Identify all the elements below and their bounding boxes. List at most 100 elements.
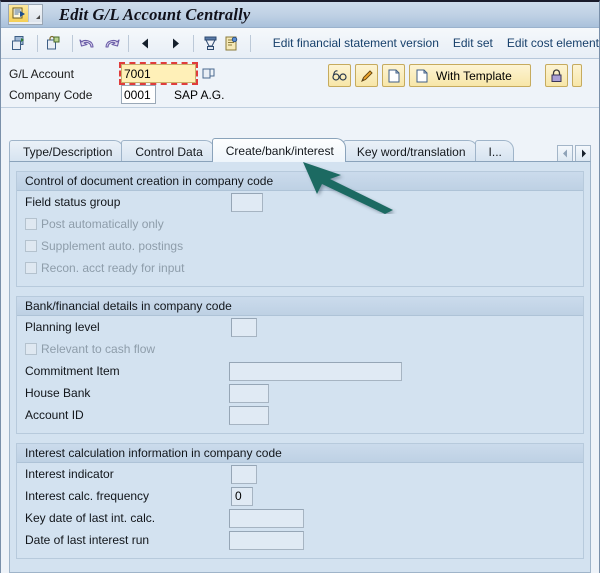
forward-arrow-icon[interactable] — [165, 32, 185, 54]
checkbox-label: Supplement auto. postings — [41, 239, 184, 253]
print-icon[interactable] — [200, 32, 220, 54]
tab-more[interactable]: I... — [474, 140, 514, 162]
toolbar-link-edit-financial-statement-version[interactable]: Edit financial statement version — [273, 36, 439, 50]
lock-button[interactable] — [544, 64, 568, 87]
field-label: Field status group — [25, 195, 121, 209]
group-title: Control of document creation in company … — [17, 172, 583, 191]
company-name-text: SAP A.G. — [174, 87, 225, 102]
field-label: Key date of last int. calc. — [25, 511, 156, 525]
tab-scroll-controls — [555, 145, 591, 162]
field-row-planning-level: Planning level — [17, 316, 583, 338]
field-row-account-id: Account ID — [17, 404, 583, 426]
system-menu-button[interactable] — [8, 4, 43, 25]
tab-create-bank-interest[interactable]: Create/bank/interest — [211, 138, 346, 162]
undo-icon[interactable] — [79, 32, 99, 54]
field-row-date-of-last-interest-run: Date of last interest run — [17, 529, 583, 551]
field-row-field-status-group: Field status group — [17, 191, 583, 213]
value-help-icon[interactable] — [200, 65, 217, 83]
group-title: Interest calculation information in comp… — [17, 444, 583, 463]
change-button[interactable] — [355, 64, 378, 87]
checkbox-label: Post automatically only — [41, 217, 164, 231]
with-template-button-label: With Template — [436, 68, 512, 83]
field-label: Commitment Item — [25, 364, 120, 378]
date-of-last-interest-run-input[interactable] — [229, 530, 304, 550]
tab-type-description[interactable]: Type/Description — [9, 140, 125, 162]
page-title: Edit G/L Account Centrally — [59, 4, 251, 24]
system-menu-dropdown-arrow[interactable] — [29, 5, 42, 22]
chevron-right-icon[interactable] — [575, 145, 591, 162]
gl-account-label: G/L Account — [9, 66, 74, 81]
gl-account-input[interactable] — [119, 62, 198, 85]
toolbar-separator — [71, 34, 73, 52]
toolbar-separator — [193, 34, 195, 52]
toolbar-link-edit-set[interactable]: Edit set — [453, 36, 493, 50]
field-row-house-bank: House Bank — [17, 382, 583, 404]
toolbar-separator — [249, 34, 251, 52]
interest-indicator-input[interactable] — [231, 464, 257, 484]
gl-account-row: G/L Account — [9, 62, 217, 85]
field-label: Date of last interest run — [25, 533, 150, 547]
field-label: House Bank — [25, 386, 91, 400]
tab-label: Create/bank/interest — [225, 143, 334, 158]
page-icon — [416, 69, 428, 82]
account-id-input[interactable] — [229, 405, 269, 425]
tab-key-word-translation[interactable]: Key word/translation — [342, 140, 478, 162]
field-label: Interest calc. frequency — [25, 489, 150, 503]
checkbox-row-relevant-to-cash-flow[interactable]: Relevant to cash flow — [17, 338, 583, 360]
key-field-area: G/L Account Company Code SAP A.G. — [1, 59, 599, 108]
checkbox-row-post-automatically-only[interactable]: Post automatically only — [17, 213, 583, 235]
display-button[interactable] — [328, 64, 351, 87]
checkbox-relevant-to-cash-flow — [25, 343, 37, 355]
field-row-interest-indicator: Interest indicator — [17, 463, 583, 485]
page-icon — [388, 69, 399, 82]
tab-strip: Type/Description Control Data Create/ban… — [9, 138, 591, 162]
checkbox-label: Relevant to cash flow — [41, 342, 156, 356]
sap-window: Edit G/L Account Centrally Edit financia… — [0, 0, 600, 573]
group-bank-financial-details: Bank/financial details in company code P… — [16, 296, 584, 434]
group-interest-calculation-information: Interest calculation information in comp… — [16, 443, 584, 559]
company-code-input[interactable] — [121, 85, 156, 104]
checkbox-recon-acct-ready-for-input — [25, 262, 37, 274]
chevron-left-icon[interactable] — [557, 145, 573, 162]
with-template-button[interactable]: With Template — [409, 64, 531, 87]
lock-document-icon[interactable] — [44, 32, 64, 54]
field-label: Interest indicator — [25, 467, 114, 481]
toolbar-separator — [36, 34, 38, 52]
tab-label: I... — [488, 144, 502, 159]
application-toolbar: Edit financial statement version Edit se… — [1, 28, 599, 59]
back-arrow-icon[interactable] — [135, 32, 155, 54]
overflow-button[interactable] — [571, 64, 582, 87]
title-bar: Edit G/L Account Centrally — [1, 2, 599, 28]
checkbox-row-recon-acct-ready-for-input[interactable]: Recon. acct ready for input — [17, 257, 583, 279]
checkbox-label: Recon. acct ready for input — [41, 261, 185, 275]
create-button[interactable] — [382, 64, 405, 87]
key-date-of-last-int-calc-input[interactable] — [229, 508, 304, 528]
field-status-group-input[interactable] — [231, 192, 263, 212]
house-bank-input[interactable] — [229, 383, 269, 403]
tab-content-panel: Control of document creation in company … — [9, 161, 591, 573]
pencil-icon — [360, 69, 373, 82]
toolbar-separator — [128, 34, 130, 52]
checkbox-supplement-auto-postings — [25, 240, 37, 252]
lock-icon — [551, 68, 562, 82]
field-row-interest-calc-frequency: Interest calc. frequency — [17, 485, 583, 507]
tab-label: Type/Description — [23, 144, 113, 159]
checkbox-post-automatically-only — [25, 218, 37, 230]
toolbar-link-edit-cost-element[interactable]: Edit cost element — [507, 36, 599, 50]
tab-control-data[interactable]: Control Data — [121, 140, 215, 162]
redo-icon[interactable] — [101, 32, 121, 54]
action-button-row: With Template — [328, 64, 586, 87]
planning-level-input[interactable] — [231, 317, 257, 337]
document-icon[interactable] — [222, 32, 242, 54]
tab-label: Control Data — [135, 144, 203, 159]
commitment-item-input[interactable] — [229, 361, 402, 381]
company-code-row: Company Code SAP A.G. — [9, 85, 224, 104]
group-control-of-document-creation: Control of document creation in company … — [16, 171, 584, 287]
group-title: Bank/financial details in company code — [17, 297, 583, 316]
checkbox-row-supplement-auto-postings[interactable]: Supplement auto. postings — [17, 235, 583, 257]
sap-system-menu-icon — [9, 5, 29, 22]
field-label: Account ID — [25, 408, 84, 422]
field-row-commitment-item: Commitment Item — [17, 360, 583, 382]
interest-calc-frequency-input[interactable] — [231, 486, 253, 506]
copy-icon[interactable] — [9, 32, 29, 54]
